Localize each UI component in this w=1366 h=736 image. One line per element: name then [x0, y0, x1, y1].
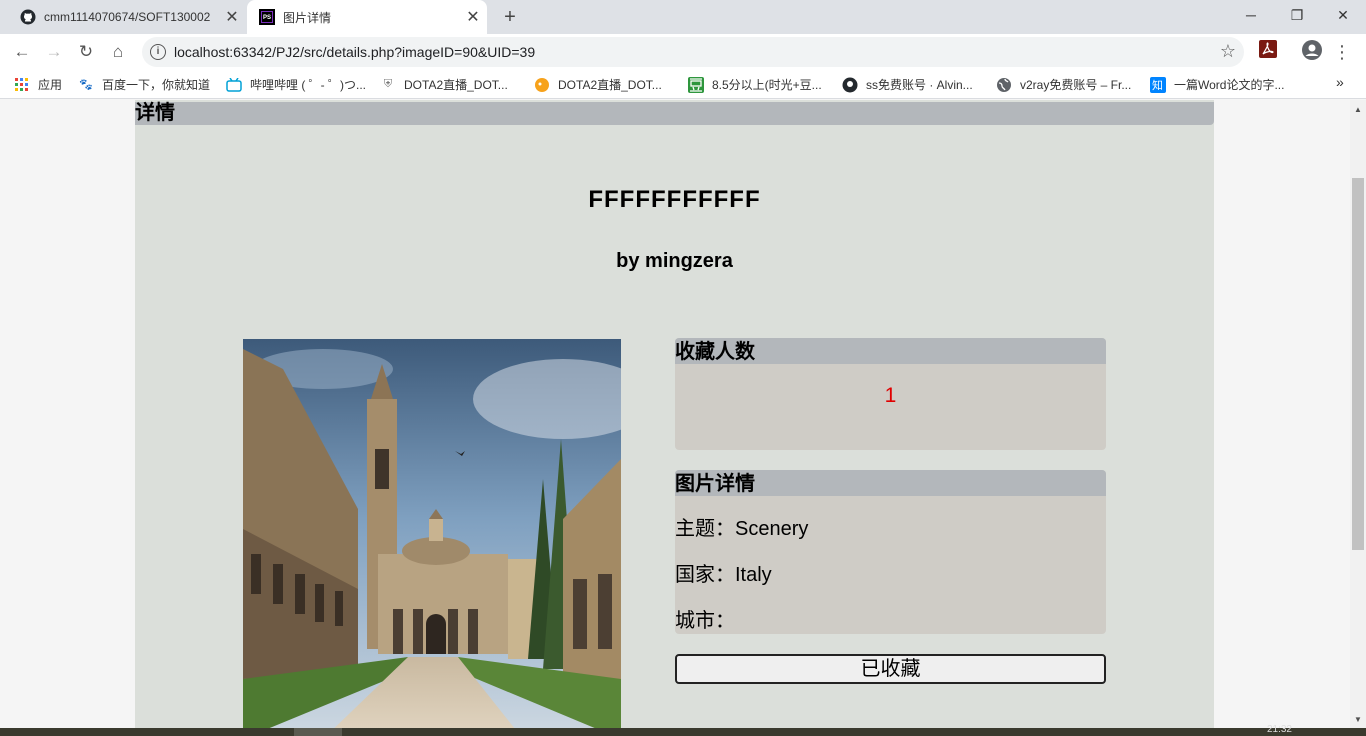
browser-toolbar: ← → ↻ ⌂ i localhost:63342/PJ2/src/detail… [0, 34, 1366, 70]
site-info-icon[interactable]: i [150, 44, 166, 60]
detail-country: 国家：Italy [675, 542, 1106, 588]
city-label: 城市： [675, 610, 735, 632]
favorites-heading: 收藏人数 [675, 338, 1106, 364]
douyu-fish-icon [534, 77, 550, 93]
reload-icon[interactable]: ↻ [74, 40, 98, 64]
bookmark-label: DOTA2直播_DOT... [404, 78, 508, 92]
detail-photo [243, 339, 621, 728]
forward-arrow-icon[interactable]: → [42, 40, 66, 64]
more-bookmarks-chevron-icon[interactable]: » [1336, 74, 1344, 90]
tab-image-details[interactable]: PS 图片详情 ✕ [247, 0, 487, 34]
favorites-box: 收藏人数 1 [675, 338, 1106, 450]
profile-avatar-icon[interactable] [1300, 40, 1324, 64]
detail-city: 城市： [675, 588, 1106, 634]
page-viewport: 详情 FFFFFFFFFFF by mingzera 收藏人数 1 图片详情 主… [0, 100, 1350, 728]
bilibili-tv-icon [226, 77, 242, 93]
svg-text:知: 知 [1152, 78, 1163, 92]
address-bar[interactable]: i localhost:63342/PJ2/src/details.php?im… [142, 37, 1244, 67]
image-details-box: 图片详情 主题：Scenery 国家：Italy 城市： [675, 470, 1106, 634]
browser-tabstrip: cmm1114070674/SOFT130002 ✕ PS 图片详情 ✕ + ─… [0, 0, 1366, 34]
bookmark-dota2-2[interactable]: DOTA2直播_DOT... [534, 76, 662, 93]
apps-grid-icon [14, 77, 30, 93]
close-window-icon[interactable]: ✕ [1320, 0, 1366, 30]
url-text[interactable]: localhost:63342/PJ2/src/details.php?imag… [174, 44, 535, 60]
favorited-button[interactable]: 已收藏 [675, 654, 1106, 684]
page-scrollbar[interactable]: ▲ ▼ [1350, 100, 1366, 728]
bookmark-baidu[interactable]: 🐾 百度一下，你就知道 [78, 76, 210, 93]
country-value: Italy [735, 564, 772, 586]
bookmark-label: 哔哩哔哩 ( ゜- ゜)つ... [250, 78, 366, 92]
github-icon [20, 9, 36, 25]
country-label: 国家： [675, 564, 735, 586]
bookmark-douban[interactable]: 8.5分以上(时光+豆... [688, 76, 822, 93]
svg-text:PS: PS [263, 15, 271, 21]
bookmark-bilibili[interactable]: 哔哩哔哩 ( ゜- ゜)つ... [226, 76, 366, 93]
bookmark-zhihu[interactable]: 知 一篇Word论文的字... [1150, 76, 1284, 93]
scroll-down-arrow-icon[interactable]: ▼ [1350, 712, 1366, 728]
tab-github[interactable]: cmm1114070674/SOFT130002 ✕ [8, 0, 246, 34]
favorites-count: 1 [884, 384, 897, 407]
bookmark-label: 一篇Word论文的字... [1174, 78, 1285, 92]
theme-value: Scenery [735, 518, 809, 540]
bookmark-label: ss免费账号 · Alvin... [866, 78, 973, 92]
bookmark-label: 8.5分以上(时光+豆... [712, 78, 822, 92]
bookmark-star-icon[interactable]: ☆ [1220, 41, 1236, 62]
bookmarks-bar: 应用 🐾 百度一下，你就知道 哔哩哔哩 ( ゜- ゜)つ... ⛨ DOTA2直… [0, 70, 1366, 99]
image-author: by mingzera [616, 250, 733, 272]
dota-shield-icon: ⛨ [383, 78, 393, 90]
taskbar-active-item[interactable] [294, 728, 342, 736]
theme-label: 主题： [675, 518, 735, 540]
back-arrow-icon[interactable]: ← [10, 40, 34, 64]
section-heading: 详情 [135, 102, 1214, 125]
bookmark-apps[interactable]: 应用 [14, 76, 62, 93]
image-title: FFFFFFFFFFF [588, 186, 761, 213]
bookmark-dota2-1[interactable]: ⛨ DOTA2直播_DOT... [380, 76, 508, 93]
close-tab-icon[interactable]: ✕ [218, 7, 246, 27]
image-details-heading: 图片详情 [675, 470, 1106, 496]
github-icon [842, 77, 858, 93]
baidu-paw-icon: 🐾 [79, 79, 93, 91]
bookmark-label: DOTA2直播_DOT... [558, 78, 662, 92]
phpstorm-icon: PS [259, 9, 275, 25]
minimize-icon[interactable]: ─ [1228, 0, 1274, 30]
tab-title: 图片详情 [283, 10, 332, 25]
os-taskbar: 21:32 [0, 724, 1366, 736]
tab-title: cmm1114070674/SOFT130002 [44, 10, 211, 24]
scrollbar-thumb[interactable] [1352, 178, 1364, 550]
home-icon[interactable]: ⌂ [106, 40, 130, 64]
bookmark-label: 应用 [38, 78, 63, 92]
bookmark-label: 百度一下，你就知道 [102, 78, 211, 92]
detail-theme: 主题：Scenery [675, 496, 1106, 542]
globe-icon [996, 77, 1012, 93]
menu-kebab-icon[interactable]: ⋮ [1330, 40, 1354, 64]
close-tab-icon[interactable]: ✕ [459, 7, 487, 27]
taskbar-clock: 21:32 [1266, 724, 1292, 735]
bookmark-label: v2ray免费账号 – Fr... [1020, 78, 1132, 92]
restore-icon[interactable]: ❐ [1274, 0, 1320, 30]
details-panel: 详情 FFFFFFFFFFF by mingzera 收藏人数 1 图片详情 主… [135, 100, 1214, 728]
bookmark-ss[interactable]: ss免费账号 · Alvin... [842, 76, 973, 93]
zhihu-icon: 知 [1150, 76, 1166, 93]
bookmark-v2ray[interactable]: v2ray免费账号 – Fr... [996, 76, 1131, 93]
scroll-up-arrow-icon[interactable]: ▲ [1350, 102, 1366, 118]
pdf-extension-icon[interactable] [1256, 40, 1280, 64]
douban-icon [688, 76, 704, 93]
new-tab-plus-icon[interactable]: + [498, 5, 522, 29]
